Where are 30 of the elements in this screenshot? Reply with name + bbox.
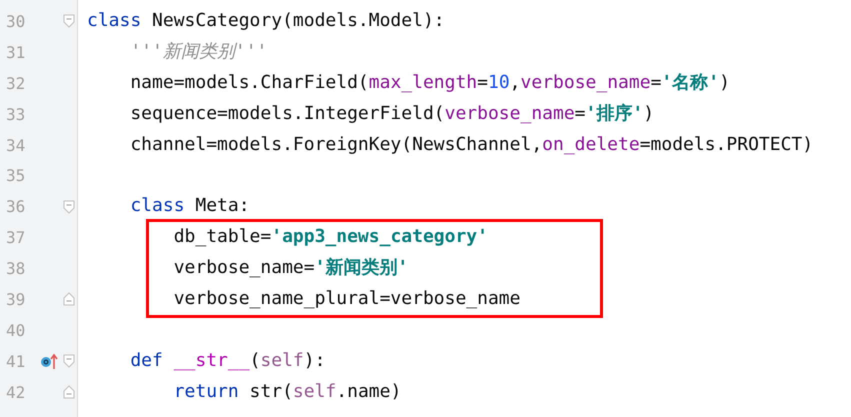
line-number: 39 [6, 290, 26, 309]
line-number: 32 [6, 74, 26, 93]
line-number: 42 [6, 382, 26, 402]
code-line: return str(self.name) [172, 380, 402, 404]
line-number: 31 [6, 42, 26, 62]
code-line: verbose_name_plural=verbose_name [172, 287, 520, 312]
line-number: 35 [6, 166, 26, 186]
line-number: 34 [6, 136, 26, 154]
line-number: 30 [6, 12, 26, 31]
fold-icon[interactable] [63, 14, 75, 28]
line-number: 38 [6, 259, 26, 278]
code-line: sequence=models.IntegerField(verbose_name='排序') [129, 102, 654, 126]
line-number: 33 [6, 104, 26, 124]
code-line: class NewsCategory(models.Model): [87, 9, 445, 33]
line-number: 37 [6, 228, 26, 248]
code-line: def __str__(self): [129, 348, 326, 373]
code-line: name=models.CharField(max_length=10,verbose_name='名称') [129, 70, 730, 95]
code-line: '''新闻类别''' [129, 40, 268, 64]
fold-icon[interactable] [63, 292, 75, 306]
line-number: 40 [6, 320, 26, 340]
line-number: 36 [6, 197, 26, 216]
code-line: class Meta: [129, 194, 250, 218]
code-line: db_table='app3_news_category' [172, 225, 488, 250]
override-method-icon[interactable] [40, 352, 58, 370]
fold-icon[interactable] [63, 385, 75, 400]
code-line: verbose_name='新闻类别' [172, 256, 408, 280]
fold-icon[interactable] [63, 354, 75, 368]
code-line: channel=models.ForeignKey(NewsChannel,on_delete=models.PROTECT) [129, 132, 814, 157]
fold-icon[interactable] [63, 200, 75, 214]
line-number: 41 [6, 352, 26, 371]
